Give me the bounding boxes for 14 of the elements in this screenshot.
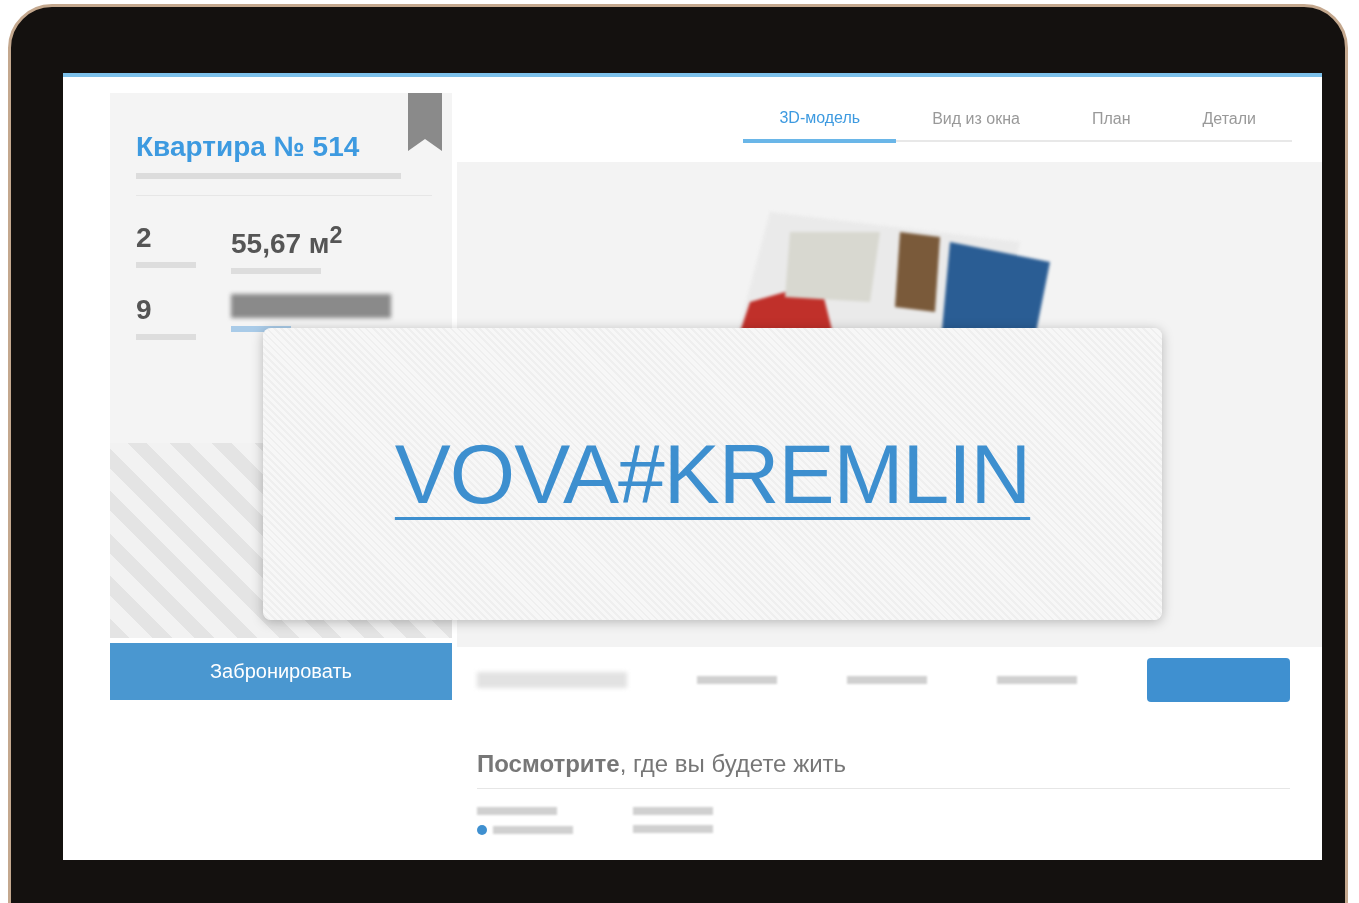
- tab[interactable]: Вид из окна: [896, 97, 1056, 142]
- tab[interactable]: Детали: [1166, 97, 1292, 142]
- room-count: 2: [136, 222, 152, 253]
- bookmark-icon[interactable]: [408, 93, 442, 151]
- apartment-area: 55,67 м$^{2}$: [231, 228, 343, 260]
- tab[interactable]: 3D-модель: [743, 96, 897, 143]
- section-heading: Посмотрите, где вы будете жить: [477, 750, 847, 777]
- book-button[interactable]: Забронировать: [110, 643, 452, 700]
- action-button[interactable]: [1147, 657, 1290, 702]
- floor-number: 9: [136, 294, 152, 326]
- tab[interactable]: План: [1055, 97, 1167, 142]
- overlay-link[interactable]: VOVA#KREMLIN: [394, 425, 1031, 523]
- dot-icon: [477, 825, 487, 835]
- apartment-title: Квартира № 514: [136, 131, 360, 163]
